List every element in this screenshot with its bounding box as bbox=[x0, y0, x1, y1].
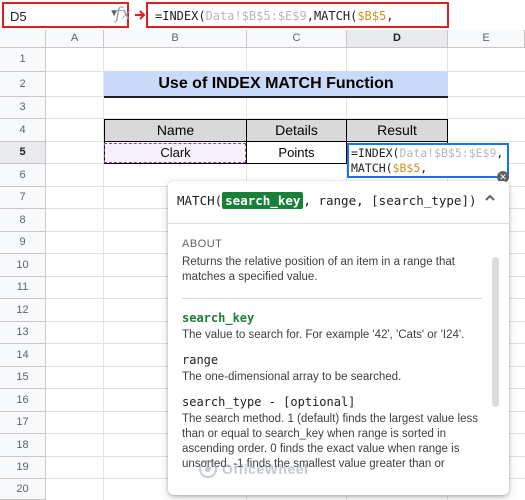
help-content: ABOUT Returns the relative position of a… bbox=[182, 237, 482, 472]
select-all-corner[interactable] bbox=[0, 30, 46, 48]
arg-desc-range: The one-dimensional array to be searched… bbox=[182, 371, 402, 383]
row-header-14[interactable]: 14 bbox=[0, 344, 46, 367]
row-header-10[interactable]: 10 bbox=[0, 254, 46, 277]
row-header-7[interactable]: 7 bbox=[0, 187, 46, 209]
scrollbar[interactable] bbox=[492, 257, 499, 407]
row-header-19[interactable]: 19 bbox=[0, 457, 46, 479]
about-text: Returns the relative position of an item… bbox=[182, 256, 455, 283]
header-cell-result[interactable]: Result bbox=[346, 119, 448, 142]
watermark: OfficeWheel bbox=[198, 458, 308, 480]
formula-help-popup: MATCH(search_key, range, [search_type]) … bbox=[168, 181, 509, 495]
cell-editor[interactable]: =INDEX(Data!$B$5:$E$9, MATCH($B$5, bbox=[347, 143, 509, 178]
row-header-13[interactable]: 13 bbox=[0, 322, 46, 344]
cell-c5[interactable]: Points bbox=[246, 142, 347, 164]
range-reference-highlight bbox=[104, 143, 246, 163]
header-cell-details[interactable]: Details bbox=[246, 119, 347, 142]
row-header-8[interactable]: 8 bbox=[0, 209, 46, 232]
chevron-up-icon[interactable] bbox=[484, 193, 496, 203]
divider bbox=[168, 223, 509, 224]
row-header-11[interactable]: 11 bbox=[0, 277, 46, 299]
row-header-15[interactable]: 15 bbox=[0, 367, 46, 389]
function-signature: MATCH(search_key, range, [search_type]) bbox=[177, 192, 477, 209]
row-header-2[interactable]: 2 bbox=[0, 72, 46, 97]
name-box-value: D5 bbox=[10, 9, 27, 24]
column-header-e[interactable]: E bbox=[448, 30, 525, 48]
row-header-12[interactable]: 12 bbox=[0, 299, 46, 322]
row-header-6[interactable]: 6 bbox=[0, 164, 46, 187]
arg-name-range: range bbox=[182, 353, 219, 367]
name-box[interactable]: D5 ▼ bbox=[2, 2, 129, 28]
function-icon: fx bbox=[115, 4, 131, 24]
row-header-9[interactable]: 9 bbox=[0, 232, 46, 254]
row-header-18[interactable]: 18 bbox=[0, 434, 46, 457]
row-header-16[interactable]: 16 bbox=[0, 389, 46, 412]
row-header-4[interactable]: 4 bbox=[0, 119, 46, 142]
officewheel-logo-icon bbox=[199, 460, 217, 478]
row-header-5[interactable]: 5 bbox=[0, 142, 46, 164]
formula-text: =INDEX(Data!$B$5:$E$9,MATCH($B$5, bbox=[155, 9, 394, 23]
row-header-3[interactable]: 3 bbox=[0, 97, 46, 119]
arrow-right-icon bbox=[135, 10, 146, 20]
arg-name-search-key: search_key bbox=[182, 311, 255, 325]
column-header-d[interactable]: D bbox=[347, 30, 448, 48]
header-cell-name[interactable]: Name bbox=[104, 119, 247, 142]
row-header-20[interactable]: 20 bbox=[0, 479, 46, 500]
row-header-17[interactable]: 17 bbox=[0, 412, 46, 434]
column-header-b[interactable]: B bbox=[104, 30, 247, 48]
arg-desc-search-key: The value to search for. For example '42… bbox=[182, 329, 465, 341]
cell-editor-line-2: MATCH($B$5, bbox=[351, 161, 428, 175]
formula-bar: D5 ▼ fx =INDEX(Data!$B$5:$E$9,MATCH($B$5… bbox=[0, 0, 525, 31]
cell-editor-line-1: =INDEX(Data!$B$5:$E$9, bbox=[351, 146, 504, 160]
column-header-a[interactable]: A bbox=[46, 30, 104, 48]
formula-input[interactable]: =INDEX(Data!$B$5:$E$9,MATCH($B$5, bbox=[146, 2, 449, 28]
row-header-1[interactable]: 1 bbox=[0, 48, 46, 72]
watermark-text: OfficeWheel bbox=[222, 461, 309, 477]
active-argument: search_key bbox=[222, 192, 304, 209]
sheet-title[interactable]: Use of INDEX MATCH Function bbox=[104, 71, 448, 98]
arg-name-search-type: search_type - [optional] bbox=[182, 395, 356, 409]
about-heading: ABOUT bbox=[182, 238, 223, 250]
divider bbox=[182, 298, 482, 299]
column-header-c[interactable]: C bbox=[247, 30, 347, 48]
